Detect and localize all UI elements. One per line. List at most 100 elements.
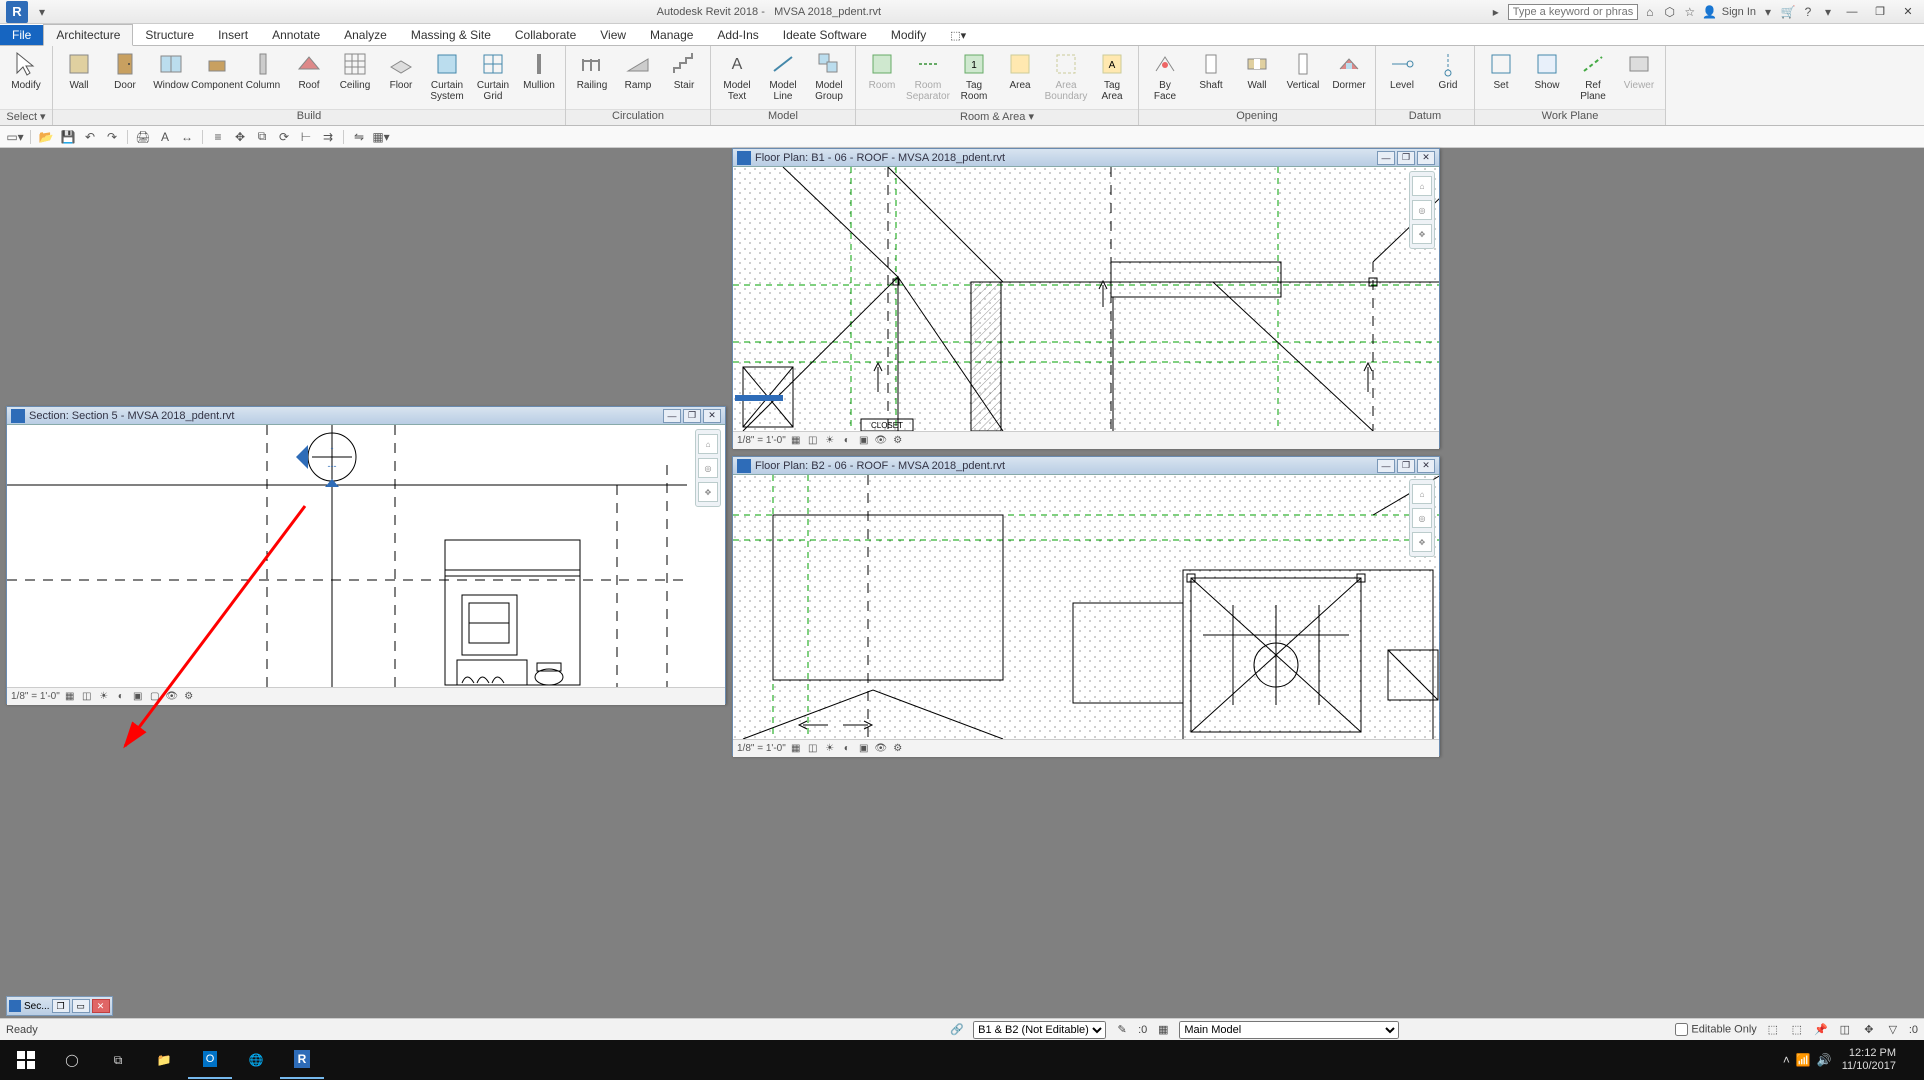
tool-door[interactable]: Door — [103, 48, 147, 104]
reveal-icon[interactable]: ⚙ — [891, 742, 905, 756]
tool-cs[interactable]: CurtainSystem — [425, 48, 469, 104]
trim-icon[interactable]: ⊢ — [297, 128, 315, 146]
sunpath-icon[interactable]: ☀ — [97, 690, 111, 704]
minview-close-button[interactable]: ✕ — [92, 999, 110, 1013]
tool-comp[interactable]: Component — [195, 48, 239, 104]
tab-addins[interactable]: Add-Ins — [705, 25, 770, 45]
view-close-button[interactable]: ✕ — [703, 409, 721, 423]
system-tray[interactable]: ˄ 📶 🔊 — [1783, 1053, 1832, 1067]
visual-style-icon[interactable]: ◫ — [806, 434, 820, 448]
signin-dropdown-icon[interactable]: ▾ — [1760, 4, 1776, 20]
nav-pan-icon[interactable]: ✥ — [698, 482, 718, 502]
print-icon[interactable]: 🖨 — [134, 128, 152, 146]
hide-icon[interactable]: 👁 — [874, 742, 888, 756]
tray-network-icon[interactable]: 📶 — [1796, 1053, 1811, 1067]
tool-dorm[interactable]: Dormer — [1327, 48, 1371, 104]
select-pinned-icon[interactable]: 📌 — [1813, 1022, 1829, 1038]
nav-wheel-icon[interactable]: ◎ — [698, 458, 718, 478]
tab-file[interactable]: File — [0, 25, 43, 45]
hide-icon[interactable]: 👁 — [165, 690, 179, 704]
align-icon[interactable]: ≡ — [209, 128, 227, 146]
tool-mg[interactable]: ModelGroup — [807, 48, 851, 104]
close-button[interactable]: ✕ — [1896, 3, 1920, 21]
nav-cube[interactable]: ⌂ ◎ ✥ — [1409, 479, 1435, 557]
tool-set[interactable]: Set — [1479, 48, 1523, 104]
tool-wall[interactable]: Wall — [57, 48, 101, 104]
view-scale[interactable]: 1/8" = 1'-0" — [737, 743, 786, 754]
view-b2-canvas[interactable]: ⌂ ◎ ✥ — [733, 475, 1439, 739]
tool-ramp[interactable]: Ramp — [616, 48, 660, 104]
start-button[interactable] — [4, 1041, 48, 1079]
view-section-titlebar[interactable]: Section: Section 5 - MVSA 2018_pdent.rvt… — [7, 407, 725, 425]
signin-link[interactable]: Sign In — [1722, 6, 1756, 18]
tool-ml[interactable]: ModelLine — [761, 48, 805, 104]
tool-lvl[interactable]: Level — [1380, 48, 1424, 104]
tool-owall[interactable]: Wall — [1235, 48, 1279, 104]
view-b1-canvas[interactable]: CLOSET ⌂ ◎ ✥ — [733, 167, 1439, 431]
crop-icon[interactable]: ▣ — [857, 742, 871, 756]
tab-architecture[interactable]: Architecture — [43, 24, 133, 46]
reveal-icon[interactable]: ⚙ — [182, 690, 196, 704]
nav-pan-icon[interactable]: ✥ — [1412, 532, 1432, 552]
tool-bf[interactable]: ByFace — [1143, 48, 1187, 104]
search-input[interactable] — [1508, 4, 1638, 20]
nav-home-icon[interactable]: ⌂ — [1412, 484, 1432, 504]
view-min-button[interactable]: — — [663, 409, 681, 423]
design-option-select[interactable]: Main Model — [1179, 1021, 1399, 1039]
tab-insert[interactable]: Insert — [206, 25, 260, 45]
tool-ceil[interactable]: Ceiling — [333, 48, 377, 104]
detail-level-icon[interactable]: ▦ — [789, 742, 803, 756]
nav-home-icon[interactable]: ⌂ — [698, 434, 718, 454]
tool-mul[interactable]: Mullion — [517, 48, 561, 104]
undo-icon[interactable]: ↶ — [81, 128, 99, 146]
view-max-button[interactable]: ❐ — [1397, 459, 1415, 473]
view-b2-titlebar[interactable]: Floor Plan: B2 - 06 - ROOF - MVSA 2018_p… — [733, 457, 1439, 475]
tool-cg[interactable]: CurtainGrid — [471, 48, 515, 104]
tool-tarea[interactable]: ATagArea — [1090, 48, 1134, 104]
ribbon-context-indicator[interactable]: ⬚▾ — [938, 26, 978, 45]
tab-analyze[interactable]: Analyze — [332, 25, 399, 45]
crop-icon[interactable]: ▣ — [857, 434, 871, 448]
tab-massing[interactable]: Massing & Site — [399, 25, 503, 45]
view-section-canvas[interactable]: - --- ⌂ ◎ ✥ — [7, 425, 725, 687]
mirror-icon[interactable]: ⇋ — [350, 128, 368, 146]
tool-cursor[interactable]: Modify — [4, 48, 48, 104]
taskbar-clock[interactable]: 12:12 PM11/10/2017 — [1834, 1047, 1904, 1073]
minimized-view-tab[interactable]: Sec... ❐ ▭ ✕ — [6, 996, 113, 1016]
tool-ref[interactable]: RefPlane — [1571, 48, 1615, 104]
array-icon[interactable]: ▦▾ — [372, 128, 390, 146]
taskbar-explorer[interactable]: 📁 — [142, 1041, 186, 1079]
tab-annotate[interactable]: Annotate — [260, 25, 332, 45]
hide-icon[interactable]: 👁 — [874, 434, 888, 448]
nav-wheel-icon[interactable]: ◎ — [1412, 200, 1432, 220]
minimize-button[interactable]: — — [1840, 3, 1864, 21]
maximize-button[interactable]: ❐ — [1868, 3, 1892, 21]
view-close-button[interactable]: ✕ — [1417, 459, 1435, 473]
taskview-button[interactable]: ⧉ — [96, 1041, 140, 1079]
offset-icon[interactable]: ⇉ — [319, 128, 337, 146]
tool-roof[interactable]: Roof — [287, 48, 331, 104]
tool-show[interactable]: Show — [1525, 48, 1569, 104]
select-face-icon[interactable]: ◫ — [1837, 1022, 1853, 1038]
help-icon[interactable]: ? — [1800, 4, 1816, 20]
nav-wheel-icon[interactable]: ◎ — [1412, 508, 1432, 528]
view-close-button[interactable]: ✕ — [1417, 151, 1435, 165]
tool-stair[interactable]: Stair — [662, 48, 706, 104]
visual-style-icon[interactable]: ◫ — [806, 742, 820, 756]
nav-pan-icon[interactable]: ✥ — [1412, 224, 1432, 244]
move-icon[interactable]: ✥ — [231, 128, 249, 146]
tray-up-icon[interactable]: ˄ — [1783, 1053, 1790, 1067]
tab-ideate[interactable]: Ideate Software — [771, 25, 879, 45]
view-scale[interactable]: 1/8" = 1'-0" — [737, 435, 786, 446]
tool-mt[interactable]: AModelText — [715, 48, 759, 104]
design-options-icon[interactable]: ▦ — [1155, 1022, 1171, 1038]
view-min-button[interactable]: — — [1377, 459, 1395, 473]
view-b1-titlebar[interactable]: Floor Plan: B1 - 06 - ROOF - MVSA 2018_p… — [733, 149, 1439, 167]
nav-cube[interactable]: ⌂ ◎ ✥ — [1409, 171, 1435, 249]
tool-area[interactable]: Area — [998, 48, 1042, 104]
tab-collaborate[interactable]: Collaborate — [503, 25, 588, 45]
crop-icon[interactable]: ▣ — [131, 690, 145, 704]
qat-selectall-icon[interactable]: ▭▾ — [6, 128, 24, 146]
exchange-icon[interactable]: 🛒 — [1780, 4, 1796, 20]
view-max-button[interactable]: ❐ — [683, 409, 701, 423]
